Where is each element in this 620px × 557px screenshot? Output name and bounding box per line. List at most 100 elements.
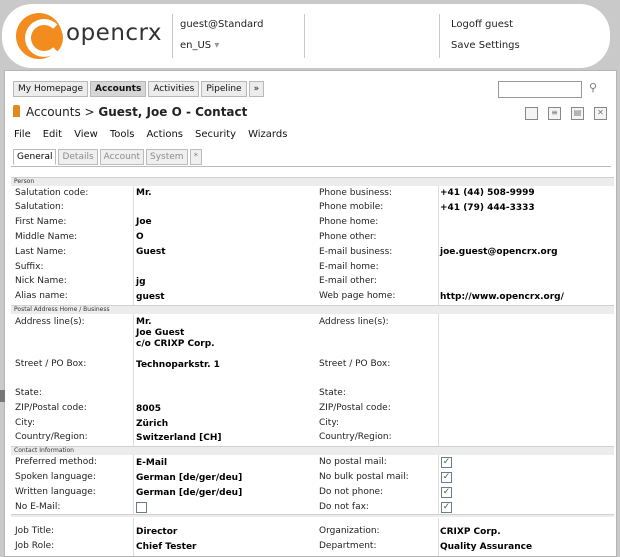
organization-value[interactable]: CRIXP Corp. (440, 527, 501, 537)
save-settings-link[interactable]: Save Settings (451, 40, 520, 51)
department-value[interactable]: Quality Assurance (440, 542, 532, 552)
preferred-method-value[interactable]: E-Mail (136, 458, 167, 468)
header-divider (439, 14, 440, 58)
tab-general[interactable]: General (13, 149, 57, 165)
section-contact-information: Contact Information (11, 446, 614, 455)
email-other-label: E-mail other: (319, 276, 377, 286)
web-page-home-value[interactable]: http://www.opencrx.org/ (440, 292, 564, 302)
header-divider (172, 14, 173, 58)
page-title: Accounts > Guest, Joe O - Contact (13, 105, 247, 119)
opencrx-logo-icon (16, 13, 63, 59)
last-name-label: Last Name: (15, 247, 67, 257)
current-user[interactable]: guest@Standard (180, 19, 263, 30)
street-value[interactable]: Technoparkstr. 1 (136, 360, 220, 370)
country-value[interactable]: Switzerland [CH] (136, 433, 221, 443)
job-role-value[interactable]: Chief Tester (136, 542, 197, 552)
column-divider (438, 314, 439, 446)
web-page-home-label: Web page home: (319, 291, 396, 301)
nick-name-value[interactable]: jg (136, 277, 146, 287)
tab-star[interactable]: * (189, 149, 203, 165)
country-label: Country/Region: (15, 432, 88, 442)
middle-name-value[interactable]: O (136, 232, 144, 242)
locale-select[interactable]: en_US ▾ (180, 40, 219, 51)
spoken-language-value[interactable]: German [de/ger/deu] (136, 473, 242, 483)
street-label-2: Street / PO Box: (319, 359, 391, 369)
tab-pipeline[interactable]: Pipeline (201, 81, 247, 97)
do-not-fax-checkbox[interactable]: ✓ (441, 502, 452, 513)
phone-mobile-value[interactable]: +41 (79) 444-3333 (440, 203, 535, 213)
alias-name-value[interactable]: guest (136, 292, 165, 302)
tab-details[interactable]: Details (58, 149, 98, 165)
phone-other-label: Phone other: (319, 232, 377, 242)
address-lines-label-2: Address line(s): (319, 317, 389, 327)
organization-label: Organization: (319, 526, 380, 536)
salutation-label: Salutation: (15, 202, 64, 212)
locale-value: en_US (180, 40, 212, 51)
search-input[interactable] (498, 81, 582, 98)
column-divider (438, 455, 439, 515)
section-postal-address: Postal Address Home / Business (11, 305, 614, 314)
written-language-value[interactable]: German [de/ger/deu] (136, 488, 242, 498)
tab-accounts[interactable]: Accounts (90, 81, 147, 97)
maximize-icon[interactable] (525, 107, 538, 120)
menu-view[interactable]: View (74, 129, 98, 140)
suffix-label: Suffix: (15, 262, 44, 272)
street-label: Street / PO Box: (15, 359, 87, 369)
salutation-code-label: Salutation code: (15, 188, 89, 198)
column-divider (133, 518, 134, 556)
menu-wizards[interactable]: Wizards (248, 129, 287, 140)
tab-system[interactable]: System (146, 149, 188, 165)
section-person: Person (11, 177, 614, 186)
do-not-phone-checkbox[interactable]: ✓ (441, 487, 452, 498)
no-bulk-postal-mail-checkbox[interactable]: ✓ (441, 472, 452, 483)
contact-name: Guest, Joe O - Contact (98, 105, 248, 119)
main-panel: My Homepage Accounts Activities Pipeline… (4, 70, 617, 557)
state-label-2: State: (319, 388, 346, 398)
email-home-label: E-mail home: (319, 262, 379, 272)
menu-security[interactable]: Security (195, 129, 236, 140)
no-postal-mail-checkbox[interactable]: ✓ (441, 457, 452, 468)
print-icon[interactable]: ▤ (571, 107, 584, 120)
address-lines-value[interactable]: Mr. Joe Guest c/o CRIXP Corp. (136, 317, 215, 350)
do-not-fax-label: Do not fax: (319, 502, 369, 512)
no-postal-mail-label: No postal mail: (319, 457, 387, 467)
close-icon[interactable]: ✕ (594, 107, 607, 120)
zip-value[interactable]: 8005 (136, 404, 161, 414)
preferred-method-label: Preferred method: (15, 457, 97, 467)
top-nav-tabs: My Homepage Accounts Activities Pipeline… (13, 81, 265, 97)
sidebar-toggle-handle[interactable] (0, 390, 5, 402)
search-icon[interactable]: ⚲ (589, 81, 597, 94)
alias-name-label: Alias name: (15, 291, 68, 301)
contact-person-icon (13, 105, 20, 117)
salutation-code-value[interactable]: Mr. (136, 188, 152, 198)
middle-name-label: Middle Name: (15, 232, 78, 242)
window-controls: ≡ ▤ ✕ (525, 107, 607, 120)
column-divider (133, 314, 134, 446)
logoff-link[interactable]: Logoff guest (451, 19, 513, 30)
menu-edit[interactable]: Edit (43, 129, 62, 140)
breadcrumb[interactable]: Accounts > (26, 105, 98, 119)
email-business-value[interactable]: joe.guest@opencrx.org (440, 247, 558, 257)
city-label: City: (15, 418, 36, 428)
city-label-2: City: (319, 418, 340, 428)
no-email-checkbox[interactable] (136, 502, 147, 513)
menu-actions[interactable]: Actions (146, 129, 183, 140)
phone-business-value[interactable]: +41 (44) 508-9999 (440, 188, 535, 198)
country-label-2: Country/Region: (319, 432, 392, 442)
first-name-value[interactable]: Joe (136, 217, 152, 227)
layout-icon[interactable]: ≡ (548, 107, 561, 120)
menu-tools[interactable]: Tools (110, 129, 135, 140)
phone-home-label: Phone home: (319, 217, 379, 227)
tab-activities[interactable]: Activities (148, 81, 200, 97)
tab-my-homepage[interactable]: My Homepage (13, 81, 89, 97)
tab-more[interactable]: » (248, 81, 265, 97)
last-name-value[interactable]: Guest (136, 247, 166, 257)
tab-account[interactable]: Account (99, 149, 145, 165)
city-value[interactable]: Zürich (136, 419, 168, 429)
menu-file[interactable]: File (14, 129, 31, 140)
zip-label-2: ZIP/Postal code: (319, 403, 391, 413)
column-divider (133, 455, 134, 515)
job-title-value[interactable]: Director (136, 527, 177, 537)
logo-text: opencrx (66, 20, 162, 46)
column-divider (133, 186, 134, 306)
